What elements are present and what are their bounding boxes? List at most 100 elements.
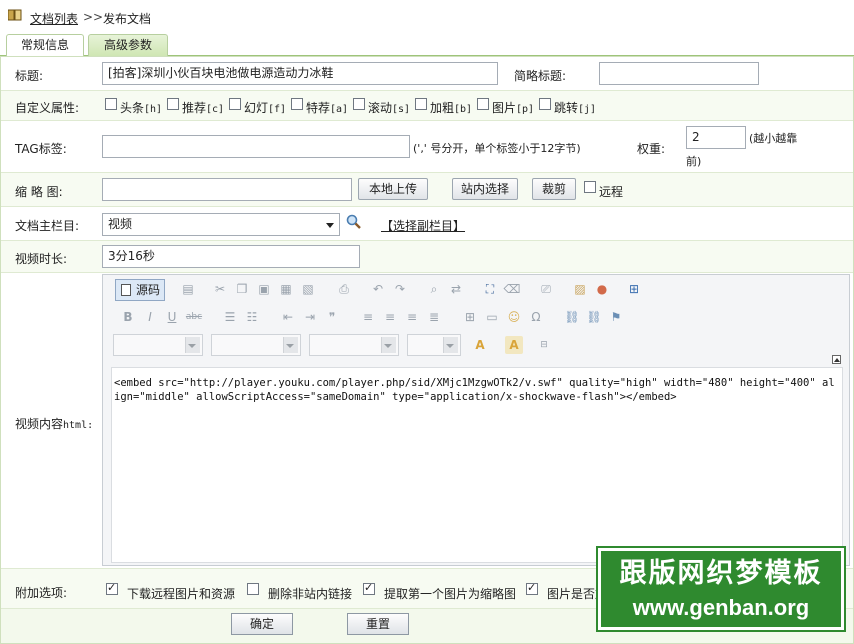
- custom-attrs-row: 自定义属性: 头条[h] 推荐[c] 幻灯[f] 特荐[a] 滚动[s] 加粗[…: [1, 91, 853, 121]
- attr-recommend-code: [c]: [206, 104, 225, 115]
- attr-headline-label: 头条: [120, 101, 145, 115]
- download-remote-label: 下载远程图片和资源: [127, 587, 236, 601]
- chevron-down-icon: [326, 223, 334, 228]
- image-watermark-checkbox[interactable]: [526, 581, 538, 595]
- paste-icon[interactable]: ▣: [255, 280, 273, 298]
- image-icon[interactable]: ▨: [571, 280, 589, 298]
- attr-bold-checkbox[interactable]: [415, 98, 427, 110]
- align-right-icon[interactable]: ≡: [403, 308, 421, 326]
- attr-scroll-code: [s]: [392, 104, 411, 115]
- ordered-list-icon[interactable]: ☰: [221, 308, 239, 326]
- attr-special-code: [a]: [330, 104, 349, 115]
- tag-label: TAG标签:: [15, 142, 67, 156]
- tag-input[interactable]: [102, 135, 410, 158]
- tab-advanced-params[interactable]: 高级参数: [88, 34, 168, 56]
- text-color-icon[interactable]: A: [471, 336, 489, 354]
- align-center-icon[interactable]: ≡: [381, 308, 399, 326]
- toolbar-collapse-icon[interactable]: [832, 355, 841, 364]
- attr-picture-checkbox[interactable]: [477, 98, 489, 110]
- short-title-input[interactable]: [599, 62, 759, 85]
- attr-recommend-checkbox[interactable]: [167, 98, 179, 110]
- short-title-label: 简略标题:: [514, 69, 567, 83]
- outdent-icon[interactable]: ⇤: [279, 308, 297, 326]
- confirm-button[interactable]: 确定: [231, 613, 293, 635]
- horizontal-rule-icon[interactable]: ▭: [483, 308, 501, 326]
- editor-content-area[interactable]: <embed src="http://player.youku.com/play…: [111, 367, 843, 563]
- download-remote-checkbox[interactable]: [106, 581, 118, 595]
- weight-hint-line2: 前): [686, 155, 702, 168]
- weight-hint-line1: (越小越靠: [749, 132, 798, 145]
- breadcrumb-doc-list-link[interactable]: 文档列表: [30, 10, 78, 27]
- table-icon[interactable]: ⊞: [461, 308, 479, 326]
- reset-button[interactable]: 重置: [347, 613, 409, 635]
- title-input[interactable]: [拍客]深圳小伙百块电池做电源造动力冰鞋: [102, 62, 498, 85]
- redo-icon[interactable]: ↷: [391, 280, 409, 298]
- align-left-icon[interactable]: ≡: [359, 308, 377, 326]
- weight-label: 权重:: [637, 142, 666, 156]
- attr-picture-label: 图片: [492, 101, 517, 115]
- font-select[interactable]: [309, 334, 399, 356]
- page-break-icon[interactable]: ⊟: [535, 336, 553, 354]
- unlink-icon[interactable]: ⛓: [585, 308, 603, 326]
- new-page-icon[interactable]: ▤: [179, 280, 197, 298]
- bold-icon[interactable]: B: [119, 308, 137, 326]
- attr-slide-checkbox[interactable]: [229, 98, 241, 110]
- strikethrough-icon[interactable]: abc: [185, 308, 203, 326]
- underline-icon[interactable]: U: [163, 308, 181, 326]
- tag-row: TAG标签: (',' 号分开，单个标签小于12字节) 权重: 2 (越小越靠 …: [1, 121, 853, 173]
- smiley-icon[interactable]: ☺: [505, 308, 523, 326]
- weight-input[interactable]: 2: [686, 126, 746, 149]
- title-label: 标题:: [15, 69, 44, 83]
- editor-toolbar-row-1: 源码 ▤ ✂ ❐ ▣ ▦ ▧ ⎙ ↶ ↷ ⌕ ⇄ ⛶ ⌫ ⎚ ▨ ● ⊞: [113, 277, 843, 301]
- flash-icon[interactable]: ●: [593, 280, 611, 298]
- duration-row: 视频时长: 3分16秒: [1, 241, 853, 273]
- undo-icon[interactable]: ↶: [369, 280, 387, 298]
- blockquote-icon[interactable]: ❞: [323, 308, 341, 326]
- find-icon[interactable]: ⌕: [425, 280, 443, 298]
- special-char-icon[interactable]: Ω: [527, 308, 545, 326]
- local-upload-button[interactable]: 本地上传: [358, 178, 428, 200]
- print-icon[interactable]: ⎙: [335, 280, 353, 298]
- align-justify-icon[interactable]: ≣: [425, 308, 443, 326]
- select-sub-column-link[interactable]: 【选择副栏目】: [381, 217, 465, 234]
- paste-text-icon[interactable]: ▦: [277, 280, 295, 298]
- remove-external-links-checkbox[interactable]: [247, 583, 259, 595]
- main-column-select[interactable]: 视频: [102, 213, 340, 236]
- copy-icon[interactable]: ❐: [233, 280, 251, 298]
- format-select[interactable]: [211, 334, 301, 356]
- indent-icon[interactable]: ⇥: [301, 308, 319, 326]
- anchor-icon[interactable]: ⚑: [607, 308, 625, 326]
- attr-special-checkbox[interactable]: [291, 98, 303, 110]
- crop-button[interactable]: 裁剪: [532, 178, 576, 200]
- tab-general-info[interactable]: 常规信息: [6, 34, 84, 57]
- main-column-value: 视频: [108, 217, 133, 231]
- search-icon[interactable]: [346, 214, 362, 230]
- site-watermark: 跟版网织梦模板 www.genban.org: [598, 548, 844, 630]
- bg-color-icon[interactable]: A: [505, 336, 523, 354]
- duration-input[interactable]: 3分16秒: [102, 245, 360, 268]
- select-all-icon[interactable]: ⛶: [481, 280, 499, 298]
- remove-format-icon[interactable]: ⌫: [503, 280, 521, 298]
- source-button[interactable]: 源码: [115, 279, 165, 301]
- paste-word-icon[interactable]: ▧: [299, 280, 317, 298]
- source-button-label: 源码: [136, 283, 161, 297]
- italic-icon[interactable]: I: [141, 308, 159, 326]
- attr-scroll-checkbox[interactable]: [353, 98, 365, 110]
- site-select-button[interactable]: 站内选择: [452, 178, 518, 200]
- link-icon[interactable]: ⛓: [563, 308, 581, 326]
- content-label-text: 视频内容: [15, 417, 64, 431]
- attr-headline-checkbox[interactable]: [105, 98, 117, 110]
- first-image-thumbnail-checkbox[interactable]: [363, 581, 375, 595]
- attr-jump-checkbox[interactable]: [539, 98, 551, 110]
- remote-checkbox[interactable]: [584, 181, 596, 193]
- book-icon: [8, 9, 22, 21]
- unordered-list-icon[interactable]: ☷: [243, 308, 261, 326]
- thumbnail-input[interactable]: [102, 178, 352, 201]
- font-size-select[interactable]: [407, 334, 461, 356]
- replace-icon[interactable]: ⇄: [447, 280, 465, 298]
- maximize-icon[interactable]: ⊞: [625, 280, 643, 298]
- preview-icon[interactable]: ⎚: [537, 280, 555, 298]
- cut-icon[interactable]: ✂: [211, 280, 229, 298]
- style-select[interactable]: [113, 334, 203, 356]
- remove-external-links-label: 删除非站内链接: [268, 587, 353, 601]
